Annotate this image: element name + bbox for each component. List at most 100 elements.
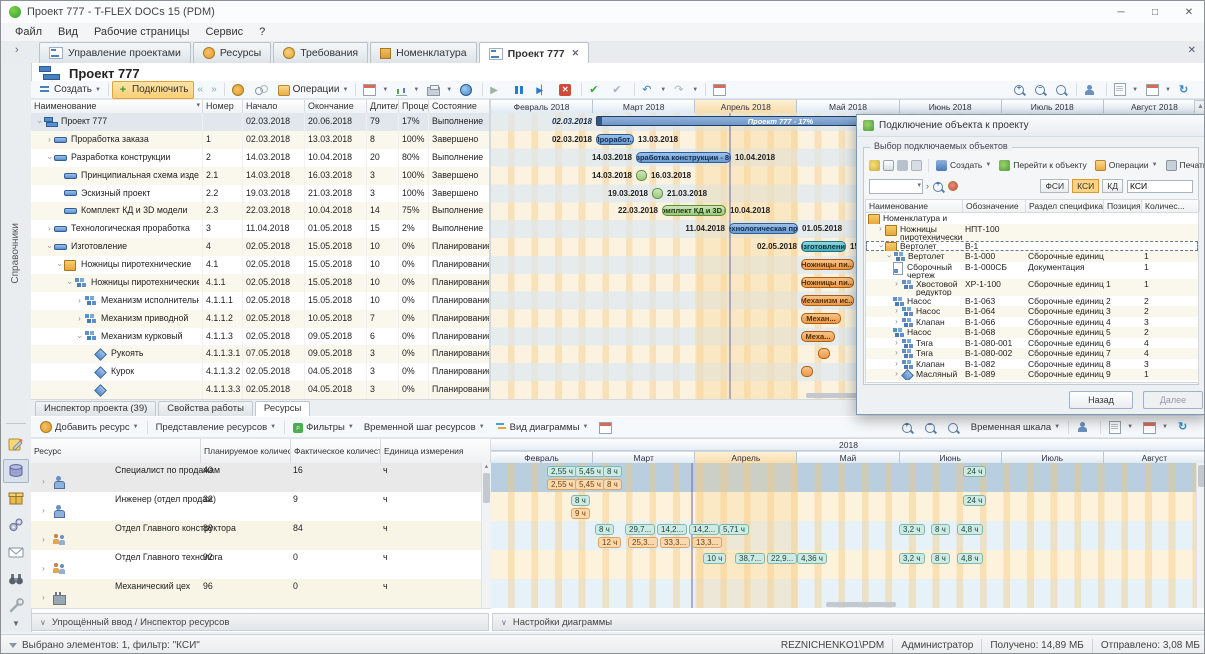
dialog-row[interactable]: ›НасосB-1-064Сборочные единицы32 [866,306,1198,317]
dialog-row[interactable]: Сборочный чертежB-1-000СБДокументация1 [866,262,1198,279]
planned-hours-badge[interactable]: 24 ч [963,495,986,506]
tree-column-Проце...[interactable]: Проце... [399,100,429,114]
gantt-bar[interactable]: Меха... [801,331,835,342]
schedule-button[interactable] [709,82,733,98]
filters-button[interactable]: ⌕Фильтры▼ [288,422,359,433]
expander-icon[interactable]: › [75,292,84,310]
zoom-in-button[interactable]: + [1010,82,1031,98]
res-notes-button[interactable]: ▼ [1104,421,1138,434]
expander-icon[interactable]: › [45,131,54,149]
resource-gantt-vscroll[interactable] [1196,463,1205,608]
resource-month-Февраль[interactable]: Февраль [491,451,593,463]
tree-row[interactable]: ›Ножницы пиротехнические4.1.102.05.20181… [31,274,491,292]
dialog-column-Обозначение[interactable]: Обозначение [963,200,1026,212]
print-button[interactable]: ▼ [423,82,456,98]
planned-hours-badge[interactable]: 8 ч [931,553,950,564]
resource-column-Единица измерения[interactable]: Единица измерения [381,439,491,464]
tab-Номенклатура[interactable]: Номенклатура [370,42,476,63]
expand-all-button[interactable]: » [207,82,221,98]
menu-item-Сервис[interactable]: Сервис [197,26,251,38]
tree-column-Номер[interactable]: Номер [203,100,243,114]
planned-hours-badge[interactable]: 3,2 ч [899,553,925,564]
expander-icon[interactable]: › [892,306,901,317]
close-button[interactable]: ✕ [1172,2,1205,23]
zoom-fit-button[interactable] [1052,82,1073,98]
dialog-titlebar[interactable]: Подключение объекта к проекту [857,115,1205,137]
maximize-button[interactable]: □ [1138,2,1172,23]
gantt-bar[interactable]: Механ... [801,313,841,324]
package-icon[interactable] [3,486,29,510]
planned-hours-badge[interactable]: 29,7... [625,524,655,535]
dialog-search-combo[interactable] [869,179,923,194]
tab-close-icon[interactable]: ✕ [572,48,580,59]
expander-icon[interactable]: › [892,317,901,328]
expander-icon[interactable]: › [892,338,901,349]
dialog-column-Позиция[interactable]: Позиция▲ [1104,200,1142,212]
tab-Ресурсы[interactable]: Ресурсы [193,42,271,63]
tree-row[interactable]: ›Механизм приводной4.1.1.202.05.201810.0… [31,310,491,328]
resource-vscroll[interactable]: ▲ [481,463,491,608]
resource-month-Апрель[interactable]: Апрель [695,451,797,463]
dialog-goto-button[interactable]: Перейти к объекту [995,157,1091,173]
menu-item-Вид[interactable]: Вид [50,26,86,38]
actual-hours-badge[interactable]: 9 ч [571,508,590,519]
gantt-bar[interactable] [818,348,830,359]
planned-hours-badge[interactable]: 38,7... [735,553,765,564]
resource-row[interactable]: Отдел Главного технолога920ч› [31,550,491,580]
gantt-month-Февраль 2018[interactable]: Февраль 2018 [491,99,593,113]
timescale-button[interactable]: Временная шкала▼ [966,422,1065,433]
resource-month-Июль[interactable]: Июль [1002,451,1104,463]
expander-icon[interactable]: › [39,477,48,486]
diagram-settings-pane[interactable]: ∨Настройки диаграммы [492,613,1205,631]
planned-hours-badge[interactable]: 8 ч [603,466,622,477]
binoculars-icon[interactable] [3,567,29,591]
gantt-bar[interactable]: Изготовление [801,241,846,252]
actual-hours-badge[interactable]: 13,3... [692,537,722,548]
gantt-month-Апрель 2018[interactable]: Апрель 2018 [695,99,797,113]
scroll-thumb[interactable] [1198,465,1205,487]
actual-hours-badge[interactable]: 8 ч [603,479,622,490]
zoom-out-button[interactable]: − [1031,82,1052,98]
tree-row[interactable]: ›Механизм курковый4.1.1.302.05.201809.05… [31,328,491,346]
dialog-column-Наименование[interactable]: Наименование [866,200,963,212]
planned-hours-badge[interactable]: 8 ч [931,524,950,535]
expander-icon[interactable]: › [876,224,885,235]
dialog-create-button[interactable]: Создать▼ [932,157,995,173]
dialog-row[interactable]: Номенклатура и изделия [866,213,1198,224]
planned-hours-badge[interactable]: 3,2 ч [899,524,925,535]
approve-disabled-button[interactable]: ✔ [608,82,631,98]
sidebar-item-references[interactable]: Справочники [10,223,21,284]
tree-column-Длитель...[interactable]: Длитель... [367,100,399,114]
rail-more-icon[interactable]: ▼ [12,619,20,628]
actual-hours-badge[interactable]: 33,3... [660,537,690,548]
tree-row[interactable]: ›Разработка конструкции214.03.201810.04.… [31,149,491,167]
filter-kd-button[interactable]: КД [1102,179,1123,193]
expander-icon[interactable]: › [892,348,901,359]
resource-column-Ресурс[interactable]: Ресурс [31,439,201,464]
resource-row[interactable]: Инженер (отдел продаж)329ч› [31,492,491,522]
expander-icon[interactable]: › [892,369,901,380]
actual-hours-badge[interactable]: 5,45 ч [575,479,605,490]
dialog-connect-icon[interactable] [869,160,880,171]
gantt-bar[interactable]: Комплект КД и 3D м. [662,205,726,216]
planned-hours-badge[interactable]: 10 ч [703,553,726,564]
mail-icon[interactable] [3,540,29,564]
bottom-tab-Инспектор проекта (39)[interactable]: Инспектор проекта (39) [35,401,156,416]
dialog-row[interactable]: ›КлапанB-1-066Сборочные единицы43 [866,317,1198,328]
resource-calendar-button[interactable] [594,421,620,434]
notes-button[interactable]: ▼ [1110,82,1142,98]
assign-user-button[interactable] [1080,82,1103,98]
back-button[interactable]: Назад [1069,391,1133,409]
dialog-row[interactable]: ›ТягаB-1-080-001Сборочные единицы64 [866,338,1198,349]
dialog-row[interactable]: ›ВертолетB-1-000Сборочные единицы1 [866,251,1198,262]
tree-row[interactable]: Принципиальная схема изделия2.114.03.201… [31,167,491,185]
column-filter-icon[interactable]: ▾ [196,101,200,109]
add-resource-button[interactable]: Добавить ресурс▼ [35,421,144,433]
gantt-month-Май 2018[interactable]: Май 2018 [797,99,899,113]
tree-column-Наименование[interactable]: Наименование▾ [31,100,203,114]
tab-Проект 777[interactable]: Проект 777✕ [479,42,590,64]
filter-value-input[interactable] [1127,180,1193,193]
dialog-row[interactable]: НасосB-1-068Сборочные единицы52 [866,327,1198,338]
resource-row[interactable]: Специалист по продажам4016ч› [31,463,491,493]
actual-hours-badge[interactable]: 12 ч [598,537,621,548]
